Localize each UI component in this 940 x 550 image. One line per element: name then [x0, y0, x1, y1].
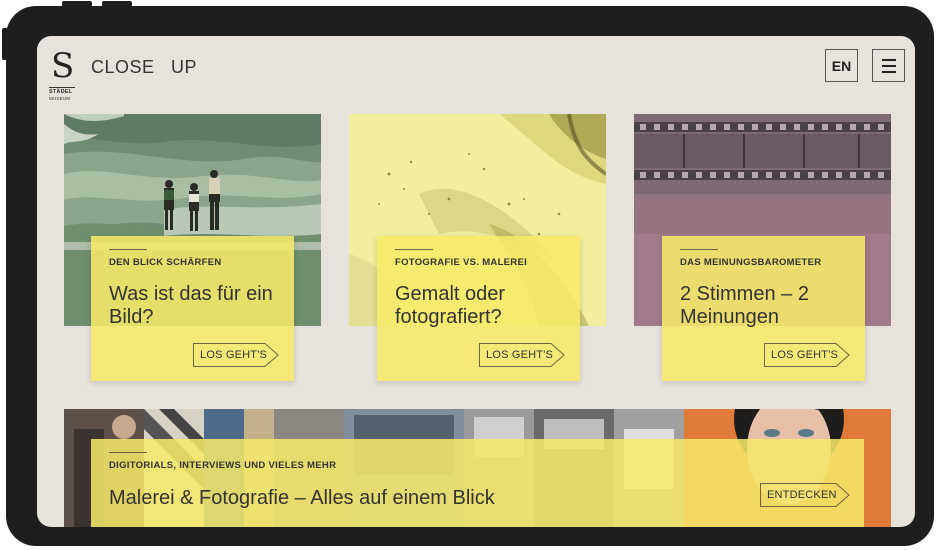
cta-label: LOS GEHT'S: [771, 349, 839, 361]
card-fotografie-vs-malerei[interactable]: FOTOGRAFIE VS. MALEREI Gemalt oder fotog…: [377, 236, 580, 381]
card-kicker: DEN BLICK SCHÄRFEN: [109, 257, 222, 268]
logo-text-staedel: STÄDEL: [49, 89, 73, 95]
feature-title[interactable]: Malerei & Fotografie – Alles auf einem B…: [109, 487, 709, 510]
card-title[interactable]: Gemalt oder fotografiert?: [395, 283, 575, 329]
cta-label: LOS GEHT'S: [486, 349, 554, 361]
feature-panel[interactable]: DIGITORIALS, INTERVIEWS UND VIELES MEHR …: [91, 439, 864, 527]
kicker-divider: [395, 249, 433, 250]
hamburger-menu-icon[interactable]: [872, 49, 905, 82]
entdecken-button[interactable]: ENTDECKEN: [760, 483, 850, 507]
card-title[interactable]: 2 Stimmen – 2 Meinungen: [680, 283, 860, 329]
card-kicker: FOTOGRAFIE VS. MALEREI: [395, 257, 528, 268]
cta-label: ENTDECKEN: [767, 489, 837, 501]
screen: S STÄDEL MUSEUM CLOSE UP EN DEN BLICK SC…: [37, 36, 915, 527]
language-button[interactable]: EN: [825, 49, 858, 82]
card-meinungsbarometer[interactable]: DAS MEINUNGSBAROMETER 2 Stimmen – 2 Mein…: [662, 236, 865, 381]
menu-bar: [881, 58, 896, 61]
card-title[interactable]: Was ist das für ein Bild?: [109, 283, 289, 329]
menu-bar: [881, 70, 896, 73]
card-den-blick-schaerfen[interactable]: DEN BLICK SCHÄRFEN Was ist das für ein B…: [91, 236, 294, 381]
los-gehts-button[interactable]: LOS GEHT'S: [193, 343, 279, 367]
kicker-divider: [109, 249, 147, 250]
logo-mark: S: [51, 46, 75, 86]
card-kicker: DAS MEINUNGSBAROMETER: [680, 257, 822, 268]
kicker-divider: [109, 452, 147, 453]
cta-label: LOS GEHT'S: [200, 349, 268, 361]
feature-kicker: DIGITORIALS, INTERVIEWS UND VIELES MEHR: [109, 460, 337, 471]
menu-bar: [881, 64, 896, 67]
los-gehts-button[interactable]: LOS GEHT'S: [764, 343, 850, 367]
tablet-frame: S STÄDEL MUSEUM CLOSE UP EN DEN BLICK SC…: [6, 6, 934, 546]
logo-text-museum: MUSEUM: [49, 96, 71, 101]
los-gehts-button[interactable]: LOS GEHT'S: [479, 343, 565, 367]
logo-divider: [49, 87, 75, 88]
staedel-logo[interactable]: S STÄDEL MUSEUM: [49, 46, 77, 101]
kicker-divider: [680, 249, 718, 250]
site-title[interactable]: CLOSE UP: [91, 57, 197, 78]
